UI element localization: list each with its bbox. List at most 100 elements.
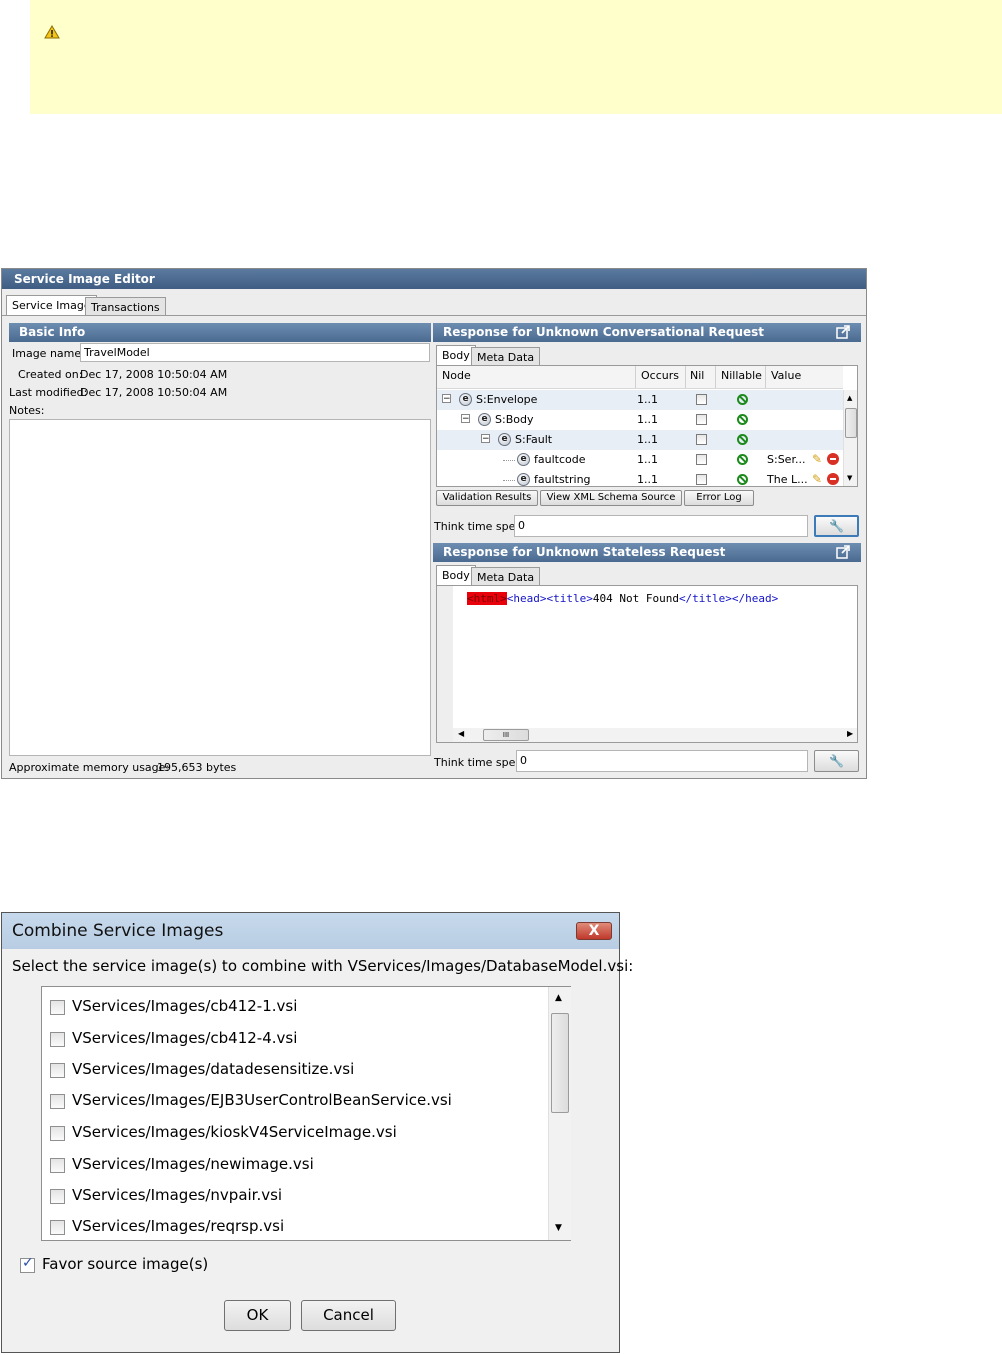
favor-source-checkbox[interactable]: ✓ — [20, 1255, 35, 1273]
element-icon: e — [478, 413, 491, 426]
tab-transactions[interactable]: Transactions — [85, 297, 166, 316]
item-label: VServices/Images/cb412-4.vsi — [72, 1029, 298, 1047]
list-item[interactable]: VServices/Images/cb412-4.vsi — [48, 1027, 538, 1051]
item-checkbox[interactable] — [50, 1000, 65, 1015]
row-node: faultcode — [534, 453, 586, 466]
memory-usage-label: Approximate memory usage: — [9, 761, 170, 774]
service-image-list: VServices/Images/cb412-1.vsi VServices/I… — [41, 986, 571, 1241]
table-row[interactable]: − e S:Envelope 1..1 — [437, 390, 843, 410]
row-value: The L... — [767, 473, 808, 486]
scroll-down-icon[interactable]: ▼ — [847, 474, 852, 482]
stateless-response-header: Response for Unknown Stateless Request — [433, 543, 861, 562]
memory-usage-value: 195,653 bytes — [157, 761, 237, 774]
edit-icon[interactable]: ✎ — [812, 472, 822, 486]
conv-think-time-label: Think time spec: — [434, 520, 526, 533]
error-log-button[interactable]: Error Log — [684, 490, 754, 506]
nillable-icon — [737, 474, 748, 485]
list-item[interactable]: VServices/Images/datadesensitize.vsi — [48, 1058, 538, 1082]
list-item[interactable]: VServices/Images/nvpair.vsi — [48, 1184, 538, 1208]
last-modified-label: Last modified: — [9, 386, 88, 399]
conv-think-time-button[interactable]: 🔧 — [814, 515, 859, 537]
item-checkbox[interactable] — [50, 1032, 65, 1047]
scroll-up-icon[interactable]: ▲ — [847, 394, 852, 402]
close-tag: </title></head> — [678, 592, 779, 605]
collapse-icon[interactable]: − — [442, 394, 451, 404]
tab-service-image[interactable]: Service Image — [6, 295, 97, 316]
table-header: Node Occurs Nil Nillable Value — [437, 366, 843, 389]
delete-icon[interactable] — [827, 473, 839, 485]
horizontal-scrollbar[interactable]: ◀ III ▶ — [453, 728, 857, 742]
scroll-right-icon[interactable]: ▶ — [847, 729, 853, 738]
cancel-button[interactable]: Cancel — [301, 1300, 396, 1331]
scroll-up-icon[interactable]: ▲ — [555, 993, 562, 1003]
ok-button[interactable]: OK — [224, 1300, 291, 1331]
item-label: VServices/Images/cb412-1.vsi — [72, 997, 298, 1015]
stateless-response-title: Response for Unknown Stateless Request — [443, 545, 726, 559]
row-occurs: 1..1 — [637, 433, 658, 446]
list-scrollbar[interactable]: ▲ ▼ — [548, 987, 571, 1240]
table-row[interactable]: e faultstring 1..1 The L... ✎ — [437, 470, 843, 486]
row-node: S:Envelope — [476, 393, 538, 406]
stateless-tab-meta-data[interactable]: Meta Data — [471, 567, 541, 586]
tab-divider — [2, 315, 866, 316]
row-occurs: 1..1 — [637, 473, 658, 486]
list-item[interactable]: VServices/Images/newimage.vsi — [48, 1153, 538, 1177]
scroll-thumb[interactable] — [551, 1013, 569, 1113]
validation-results-button[interactable]: Validation Results — [436, 490, 538, 506]
image-name-label: Image name: — [12, 347, 85, 360]
list-item[interactable]: VServices/Images/kioskV4ServiceImage.vsi — [48, 1121, 538, 1145]
nil-checkbox[interactable] — [696, 414, 707, 425]
row-occurs: 1..1 — [637, 413, 658, 426]
list-item[interactable]: VServices/Images/EJB3UserControlBeanServ… — [48, 1089, 538, 1113]
combine-instruction: Select the service image(s) to combine w… — [12, 957, 634, 975]
nil-checkbox[interactable] — [696, 474, 707, 485]
item-checkbox[interactable] — [50, 1220, 65, 1235]
item-label: VServices/Images/datadesensitize.vsi — [72, 1060, 355, 1078]
item-checkbox[interactable] — [50, 1158, 65, 1173]
collapse-icon[interactable]: − — [481, 434, 490, 444]
scroll-left-icon[interactable]: ◀ — [458, 729, 464, 738]
item-checkbox[interactable] — [50, 1094, 65, 1109]
basic-info-header: Basic Info — [9, 323, 431, 342]
popout-icon[interactable] — [836, 545, 850, 559]
table-row[interactable]: − e S:Body 1..1 — [437, 410, 843, 430]
wrench-icon: 🔧 — [829, 754, 844, 768]
nil-checkbox[interactable] — [696, 434, 707, 445]
stateless-body-editor[interactable]: <html><head><title>404 Not Found</title>… — [436, 585, 858, 743]
item-checkbox[interactable] — [50, 1126, 65, 1141]
stateless-think-time-input[interactable]: 0 — [516, 750, 808, 772]
table-row[interactable]: e faultcode 1..1 S:Ser... ✎ — [437, 450, 843, 470]
view-xml-schema-button[interactable]: View XML Schema Source — [540, 490, 682, 506]
scroll-grip: III — [502, 731, 510, 739]
conv-think-time-input[interactable]: 0 — [514, 515, 808, 537]
stateless-think-time-label: Think time spec: — [434, 756, 526, 769]
conv-table-scrollbar[interactable]: ▲ ▼ — [843, 390, 857, 486]
scroll-thumb[interactable] — [845, 408, 857, 438]
image-name-input[interactable]: TravelModel — [80, 343, 430, 362]
delete-icon[interactable] — [827, 453, 839, 465]
edit-icon[interactable]: ✎ — [812, 452, 822, 466]
close-button[interactable]: X — [576, 922, 612, 940]
list-item[interactable]: VServices/Images/cb412-1.vsi — [48, 995, 538, 1019]
table-row[interactable]: − e S:Fault 1..1 — [437, 430, 843, 450]
notes-textarea[interactable] — [9, 419, 431, 756]
item-checkbox[interactable] — [50, 1189, 65, 1204]
collapse-icon[interactable]: − — [461, 414, 470, 424]
stateless-tab-body[interactable]: Body — [436, 565, 476, 586]
nil-checkbox[interactable] — [696, 454, 707, 465]
item-checkbox[interactable] — [50, 1063, 65, 1078]
col-nil: Nil — [690, 369, 705, 382]
popout-icon[interactable] — [836, 325, 850, 339]
conv-tab-body[interactable]: Body — [436, 345, 476, 366]
nil-checkbox[interactable] — [696, 394, 707, 405]
list-item[interactable]: VServices/Images/reqrsp.vsi — [48, 1215, 538, 1239]
scroll-down-icon[interactable]: ▼ — [555, 1223, 562, 1233]
item-label: VServices/Images/EJB3UserControlBeanServ… — [72, 1091, 452, 1109]
stateless-think-time-button[interactable]: 🔧 — [814, 750, 859, 772]
checkmark-icon: ✓ — [22, 1255, 34, 1271]
conv-tab-meta-data[interactable]: Meta Data — [471, 347, 541, 366]
scroll-thumb[interactable]: III — [483, 729, 529, 741]
created-on-value: Dec 17, 2008 10:50:04 AM — [80, 368, 228, 381]
row-node: S:Body — [495, 413, 534, 426]
element-icon: e — [498, 433, 511, 446]
